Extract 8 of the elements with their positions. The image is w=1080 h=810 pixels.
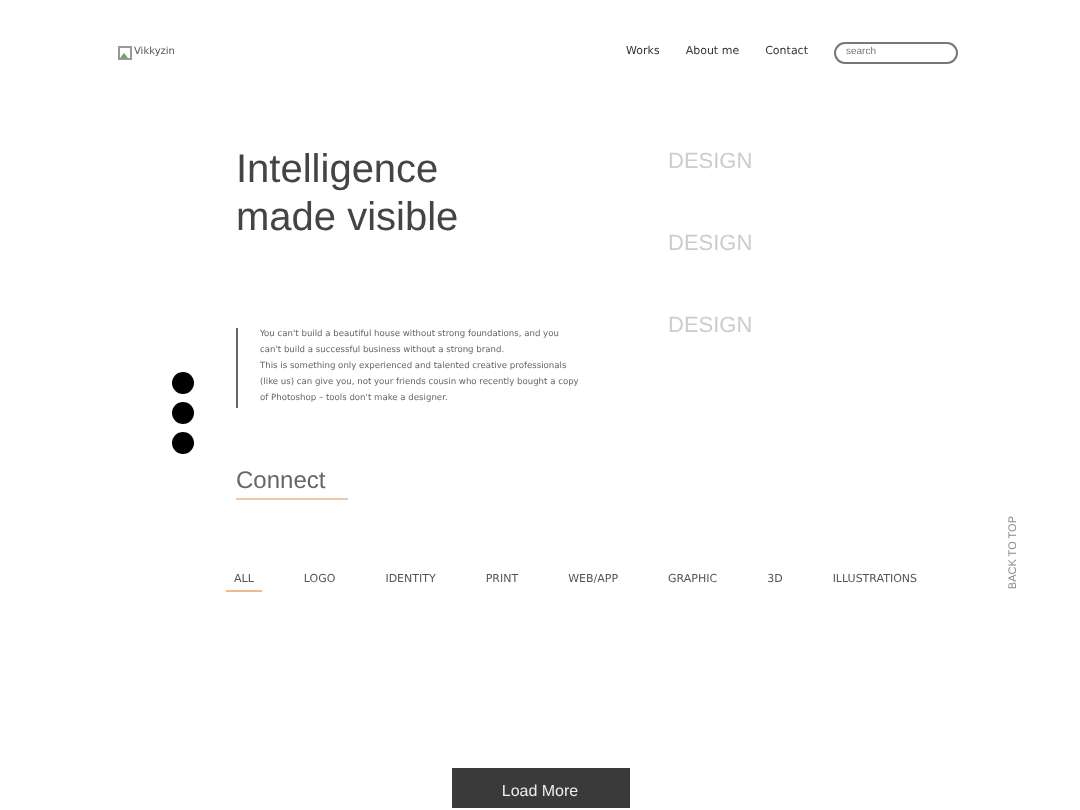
broken-image-icon [118,45,132,59]
dot-icon[interactable] [172,432,194,454]
load-more-button[interactable]: Load More [451,767,629,808]
hero-title: made visible [236,194,459,242]
connect-link[interactable]: Connect [236,465,348,500]
hero-title: Intelligence [236,146,439,194]
dot-icon[interactable] [172,372,194,394]
dot-icon[interactable] [172,402,194,424]
